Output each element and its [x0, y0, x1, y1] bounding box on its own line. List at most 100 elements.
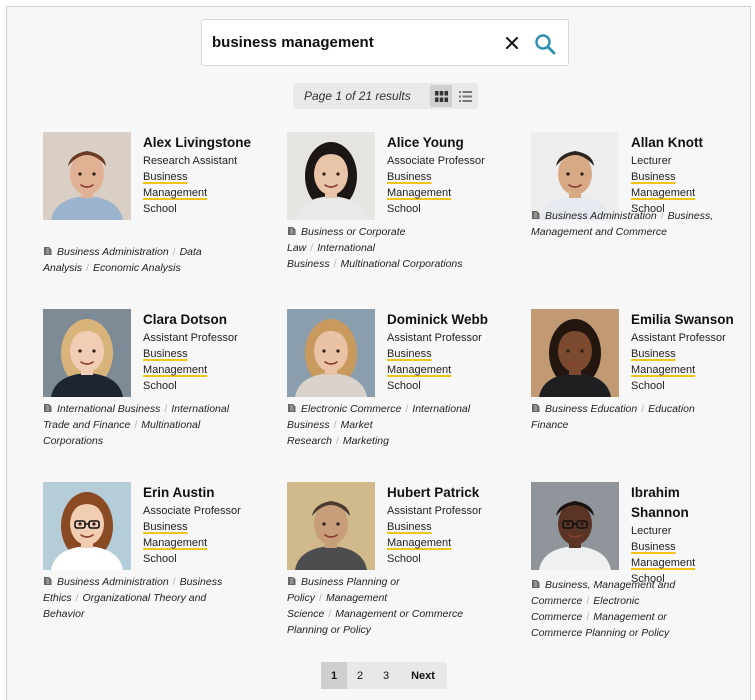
profile-title: Assistant Professor [143, 332, 238, 344]
profile-card[interactable]: Dominick Webb Assistant Professor Business… [287, 309, 497, 459]
profile-title: Lecturer [631, 155, 672, 167]
tag-icon [44, 577, 52, 585]
tag-separator: / [328, 608, 332, 620]
results-summary: Page 1 of 21 results [304, 89, 411, 103]
research-tag-link[interactable]: Multinational Corporations [341, 258, 463, 270]
tag-icon [288, 577, 296, 585]
profile-title: Lecturer [631, 525, 672, 537]
grid-view-button[interactable] [430, 85, 452, 107]
profile-tags: Business Planning or Policy / Management S… [287, 574, 477, 638]
research-tag-link[interactable]: Marketing [343, 435, 389, 447]
profile-name[interactable]: Dominick Webb [387, 310, 497, 330]
profile-tags: Business or Corporate Law / International … [287, 224, 477, 272]
profile-photo[interactable] [287, 309, 375, 397]
profile-school: School [387, 203, 421, 215]
next-page-button[interactable]: Next [399, 662, 447, 689]
search-button[interactable] [532, 31, 558, 57]
profile-card[interactable]: Emilia Swanson Assistant Professor Busines… [531, 309, 741, 459]
profile-info: Clara Dotson Assistant Professor Business … [143, 310, 253, 394]
profile-name[interactable]: Alice Young [387, 133, 497, 153]
profile-title: Assistant Professor [387, 505, 482, 517]
profile-card[interactable]: Erin Austin Associate Professor Business M… [43, 482, 253, 632]
profile-card[interactable]: Allan Knott Lecturer Business Management Sc… [531, 132, 741, 282]
grid-view-icon [434, 90, 448, 102]
profile-name[interactable]: Allan Knott [631, 133, 741, 153]
tag-icon [532, 404, 540, 412]
profile-info: Emilia Swanson Assistant Professor Busines… [631, 310, 741, 394]
profile-card[interactable]: Hubert Patrick Assistant Professor Busines… [287, 482, 497, 636]
profile-card[interactable]: Ibrahim Shannon Lecturer Business Manageme… [531, 482, 741, 639]
profile-info: Alex Livingstone Research Assistant Busine… [143, 133, 253, 217]
profile-name[interactable]: Ibrahim Shannon [631, 483, 741, 523]
profile-photo[interactable] [531, 482, 619, 570]
profile-info: Alice Young Associate Professor Business M… [387, 133, 497, 217]
tag-icon [288, 227, 296, 235]
profile-title: Associate Professor [143, 505, 241, 517]
list-view-button[interactable] [454, 85, 476, 107]
pagination: 1 2 3 Next [321, 662, 447, 689]
page-1-button[interactable]: 1 [321, 662, 347, 689]
tag-separator: / [333, 419, 337, 431]
research-tag-link[interactable]: Business Administration [57, 576, 169, 588]
profile-school: School [143, 203, 177, 215]
research-tag-link[interactable]: Business Education [545, 403, 637, 415]
page-3-button[interactable]: 3 [373, 662, 399, 689]
profile-school: School [143, 380, 177, 392]
profile-photo[interactable] [43, 309, 131, 397]
research-tag-link[interactable]: Business Administration [57, 246, 169, 258]
profile-tags: Business, Management and Commerce / Electr… [531, 577, 721, 641]
profile-card[interactable]: Clara Dotson Assistant Professor Business … [43, 309, 253, 459]
profile-photo[interactable] [287, 482, 375, 570]
profile-name[interactable]: Emilia Swanson [631, 310, 741, 330]
tag-separator: / [335, 435, 339, 447]
tag-separator: / [586, 611, 590, 623]
research-tag-link[interactable]: Electronic Commerce [301, 403, 401, 415]
tag-separator: / [164, 403, 168, 415]
research-tag-link[interactable]: Economic Analysis [93, 262, 181, 274]
profile-tags: Business Administration / Data Analysis / Ec… [43, 244, 233, 276]
profile-photo[interactable] [531, 309, 619, 397]
clear-search-button[interactable] [502, 33, 522, 53]
tag-icon [288, 404, 296, 412]
profile-name[interactable]: Clara Dotson [143, 310, 253, 330]
profile-photo[interactable] [43, 482, 131, 570]
tag-separator: / [641, 403, 645, 415]
profile-title: Assistant Professor [387, 332, 482, 344]
profile-school: School [387, 380, 421, 392]
profile-department: Business Management [631, 348, 696, 376]
tag-separator: / [310, 242, 314, 254]
profile-info: Allan Knott Lecturer Business Management Sc… [631, 133, 741, 217]
profile-tags: Business Administration / Business Ethics /… [43, 574, 233, 622]
profile-department: Business Management [387, 348, 452, 376]
profile-name[interactable]: Alex Livingstone [143, 133, 253, 153]
tag-icon [44, 247, 52, 255]
profile-tags: Electronic Commerce / International Busine… [287, 401, 477, 449]
profile-title: Research Assistant [143, 155, 238, 167]
profile-department: Business Management [631, 541, 696, 569]
profile-card[interactable]: Alice Young Associate Professor Business M… [287, 132, 497, 282]
profile-photo[interactable] [43, 132, 131, 220]
profile-info: Erin Austin Associate Professor Business M… [143, 483, 253, 567]
tag-icon [44, 404, 52, 412]
tag-separator: / [134, 419, 138, 431]
page-2-button[interactable]: 2 [347, 662, 373, 689]
research-tag-link[interactable]: International Business [57, 403, 160, 415]
profile-title: Assistant Professor [631, 332, 726, 344]
tag-icon [532, 580, 540, 588]
search-input[interactable] [212, 34, 492, 51]
profile-tags: Business Education / Education Finance [531, 401, 721, 433]
profile-department: Business Management [387, 521, 452, 549]
profile-name[interactable]: Hubert Patrick [387, 483, 497, 503]
profile-photo[interactable] [531, 132, 619, 220]
profile-school: School [631, 380, 665, 392]
research-tag-link[interactable]: Business Administration [545, 210, 657, 222]
profile-name[interactable]: Erin Austin [143, 483, 253, 503]
profile-photo[interactable] [287, 132, 375, 220]
list-view-icon [458, 90, 472, 102]
profile-department: Business Management [387, 171, 452, 199]
tag-separator: / [660, 210, 664, 222]
tag-separator: / [333, 258, 337, 270]
profile-tags: International Business / International Tra… [43, 401, 233, 449]
tag-icon [532, 211, 540, 219]
profile-card[interactable]: Alex Livingstone Research Assistant Busine… [43, 132, 253, 282]
